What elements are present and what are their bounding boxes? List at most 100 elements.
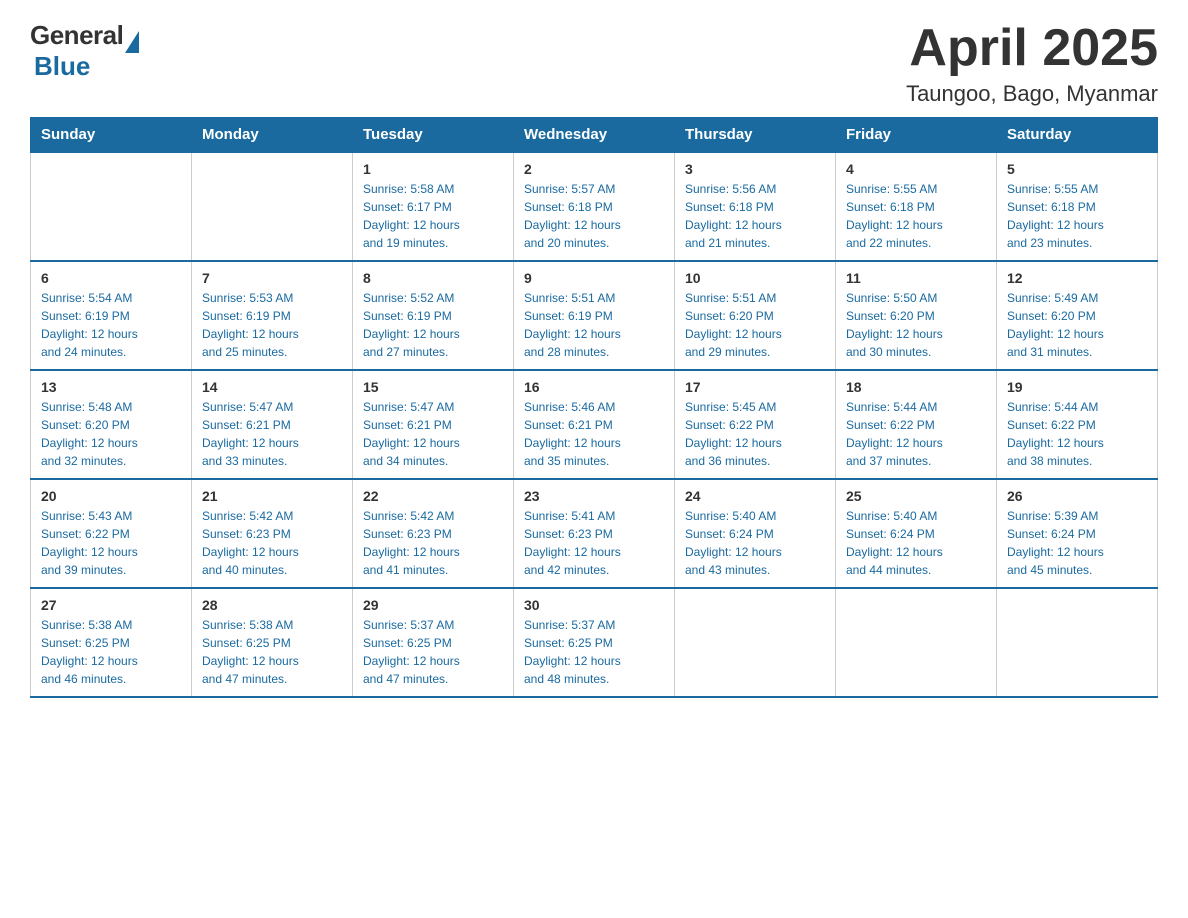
day-info: Sunrise: 5:54 AM Sunset: 6:19 PM Dayligh… [41,289,181,361]
calendar-cell: 3Sunrise: 5:56 AM Sunset: 6:18 PM Daylig… [675,152,836,261]
day-info: Sunrise: 5:39 AM Sunset: 6:24 PM Dayligh… [1007,507,1147,579]
day-number: 11 [846,270,986,286]
day-info: Sunrise: 5:50 AM Sunset: 6:20 PM Dayligh… [846,289,986,361]
day-number: 5 [1007,161,1147,177]
calendar-header-row: SundayMondayTuesdayWednesdayThursdayFrid… [31,118,1158,153]
day-info: Sunrise: 5:43 AM Sunset: 6:22 PM Dayligh… [41,507,181,579]
day-number: 21 [202,488,342,504]
calendar-cell: 21 Sunrise: 5:42 AM Sunset: 6:23 PM Dayli… [192,479,353,588]
day-number: 28 [202,597,342,613]
day-info: Sunrise: 5:48 AM Sunset: 6:20 PM Dayligh… [41,398,181,470]
day-number: 18 [846,379,986,395]
day-number: 16 [524,379,664,395]
calendar-cell: 23Sunrise: 5:41 AM Sunset: 6:23 PM Dayli… [514,479,675,588]
calendar-cell: 27 Sunrise: 5:38 AM Sunset: 6:25 PM Dayli… [31,588,192,697]
calendar-cell: 30 Sunrise: 5:37 AM Sunset: 6:25 PM Dayli… [514,588,675,697]
day-number: 25 [846,488,986,504]
day-number: 2 [524,161,664,177]
day-info: Sunrise: 5:42 AM Sunset: 6:23 PM Dayligh… [363,507,503,579]
calendar-table: SundayMondayTuesdayWednesdayThursdayFrid… [30,117,1158,698]
calendar-cell: 17 Sunrise: 5:45 AM Sunset: 6:22 PM Dayli… [675,370,836,479]
day-number: 30 [524,597,664,613]
calendar-header-wednesday: Wednesday [514,118,675,153]
calendar-header-thursday: Thursday [675,118,836,153]
day-info: Sunrise: 5:58 AM Sunset: 6:17 PM Dayligh… [363,180,503,252]
calendar-cell: 15 Sunrise: 5:47 AM Sunset: 6:21 PM Dayli… [353,370,514,479]
day-info: Sunrise: 5:55 AM Sunset: 6:18 PM Dayligh… [846,180,986,252]
day-number: 6 [41,270,181,286]
calendar-header-saturday: Saturday [997,118,1158,153]
calendar-cell: 20 Sunrise: 5:43 AM Sunset: 6:22 PM Dayli… [31,479,192,588]
day-info: Sunrise: 5:55 AM Sunset: 6:18 PM Dayligh… [1007,180,1147,252]
calendar-cell: 24Sunrise: 5:40 AM Sunset: 6:24 PM Dayli… [675,479,836,588]
day-number: 15 [363,379,503,395]
logo-triangle-icon [125,31,139,53]
calendar-cell: 29 Sunrise: 5:37 AM Sunset: 6:25 PM Dayli… [353,588,514,697]
day-number: 7 [202,270,342,286]
day-number: 3 [685,161,825,177]
day-info: Sunrise: 5:37 AM Sunset: 6:25 PM Dayligh… [363,616,503,688]
day-number: 20 [41,488,181,504]
day-info: Sunrise: 5:46 AM Sunset: 6:21 PM Dayligh… [524,398,664,470]
day-info: Sunrise: 5:44 AM Sunset: 6:22 PM Dayligh… [1007,398,1147,470]
calendar-cell [192,152,353,261]
day-number: 13 [41,379,181,395]
calendar-cell: 12Sunrise: 5:49 AM Sunset: 6:20 PM Dayli… [997,261,1158,370]
calendar-cell: 22 Sunrise: 5:42 AM Sunset: 6:23 PM Dayli… [353,479,514,588]
day-info: Sunrise: 5:51 AM Sunset: 6:19 PM Dayligh… [524,289,664,361]
calendar-cell: 11 Sunrise: 5:50 AM Sunset: 6:20 PM Dayli… [836,261,997,370]
day-info: Sunrise: 5:37 AM Sunset: 6:25 PM Dayligh… [524,616,664,688]
calendar-week-row: 20 Sunrise: 5:43 AM Sunset: 6:22 PM Dayli… [31,479,1158,588]
title-area: April 2025 Taungoo, Bago, Myanmar [906,20,1158,107]
day-info: Sunrise: 5:47 AM Sunset: 6:21 PM Dayligh… [202,398,342,470]
day-number: 23 [524,488,664,504]
calendar-header-tuesday: Tuesday [353,118,514,153]
day-info: Sunrise: 5:52 AM Sunset: 6:19 PM Dayligh… [363,289,503,361]
day-number: 14 [202,379,342,395]
day-info: Sunrise: 5:53 AM Sunset: 6:19 PM Dayligh… [202,289,342,361]
day-info: Sunrise: 5:57 AM Sunset: 6:18 PM Dayligh… [524,180,664,252]
day-info: Sunrise: 5:45 AM Sunset: 6:22 PM Dayligh… [685,398,825,470]
day-number: 26 [1007,488,1147,504]
calendar-week-row: 1Sunrise: 5:58 AM Sunset: 6:17 PM Daylig… [31,152,1158,261]
calendar-cell: 26 Sunrise: 5:39 AM Sunset: 6:24 PM Dayli… [997,479,1158,588]
calendar-cell: 5 Sunrise: 5:55 AM Sunset: 6:18 PM Daylig… [997,152,1158,261]
day-number: 4 [846,161,986,177]
calendar-cell: 25 Sunrise: 5:40 AM Sunset: 6:24 PM Dayli… [836,479,997,588]
day-number: 27 [41,597,181,613]
calendar-cell [997,588,1158,697]
day-info: Sunrise: 5:51 AM Sunset: 6:20 PM Dayligh… [685,289,825,361]
day-info: Sunrise: 5:40 AM Sunset: 6:24 PM Dayligh… [685,507,825,579]
calendar-week-row: 6 Sunrise: 5:54 AM Sunset: 6:19 PM Daylig… [31,261,1158,370]
calendar-header-monday: Monday [192,118,353,153]
day-number: 12 [1007,270,1147,286]
day-number: 19 [1007,379,1147,395]
day-number: 29 [363,597,503,613]
day-number: 17 [685,379,825,395]
day-info: Sunrise: 5:47 AM Sunset: 6:21 PM Dayligh… [363,398,503,470]
day-info: Sunrise: 5:40 AM Sunset: 6:24 PM Dayligh… [846,507,986,579]
page-header: General Blue April 2025 Taungoo, Bago, M… [30,20,1158,107]
day-number: 22 [363,488,503,504]
calendar-cell: 19 Sunrise: 5:44 AM Sunset: 6:22 PM Dayli… [997,370,1158,479]
calendar-header-sunday: Sunday [31,118,192,153]
calendar-cell: 4 Sunrise: 5:55 AM Sunset: 6:18 PM Daylig… [836,152,997,261]
calendar-cell [836,588,997,697]
calendar-header-friday: Friday [836,118,997,153]
calendar-cell: 9Sunrise: 5:51 AM Sunset: 6:19 PM Daylig… [514,261,675,370]
calendar-cell [675,588,836,697]
calendar-week-row: 27 Sunrise: 5:38 AM Sunset: 6:25 PM Dayli… [31,588,1158,697]
calendar-cell: 16 Sunrise: 5:46 AM Sunset: 6:21 PM Dayli… [514,370,675,479]
calendar-cell: 2 Sunrise: 5:57 AM Sunset: 6:18 PM Daylig… [514,152,675,261]
calendar-cell: 8Sunrise: 5:52 AM Sunset: 6:19 PM Daylig… [353,261,514,370]
day-info: Sunrise: 5:38 AM Sunset: 6:25 PM Dayligh… [202,616,342,688]
logo-blue-text: Blue [34,51,90,81]
calendar-cell: 1Sunrise: 5:58 AM Sunset: 6:17 PM Daylig… [353,152,514,261]
day-info: Sunrise: 5:42 AM Sunset: 6:23 PM Dayligh… [202,507,342,579]
day-number: 10 [685,270,825,286]
calendar-cell: 10 Sunrise: 5:51 AM Sunset: 6:20 PM Dayli… [675,261,836,370]
logo: General Blue [30,20,139,82]
calendar-cell: 14 Sunrise: 5:47 AM Sunset: 6:21 PM Dayli… [192,370,353,479]
location-title: Taungoo, Bago, Myanmar [906,81,1158,107]
day-info: Sunrise: 5:38 AM Sunset: 6:25 PM Dayligh… [41,616,181,688]
